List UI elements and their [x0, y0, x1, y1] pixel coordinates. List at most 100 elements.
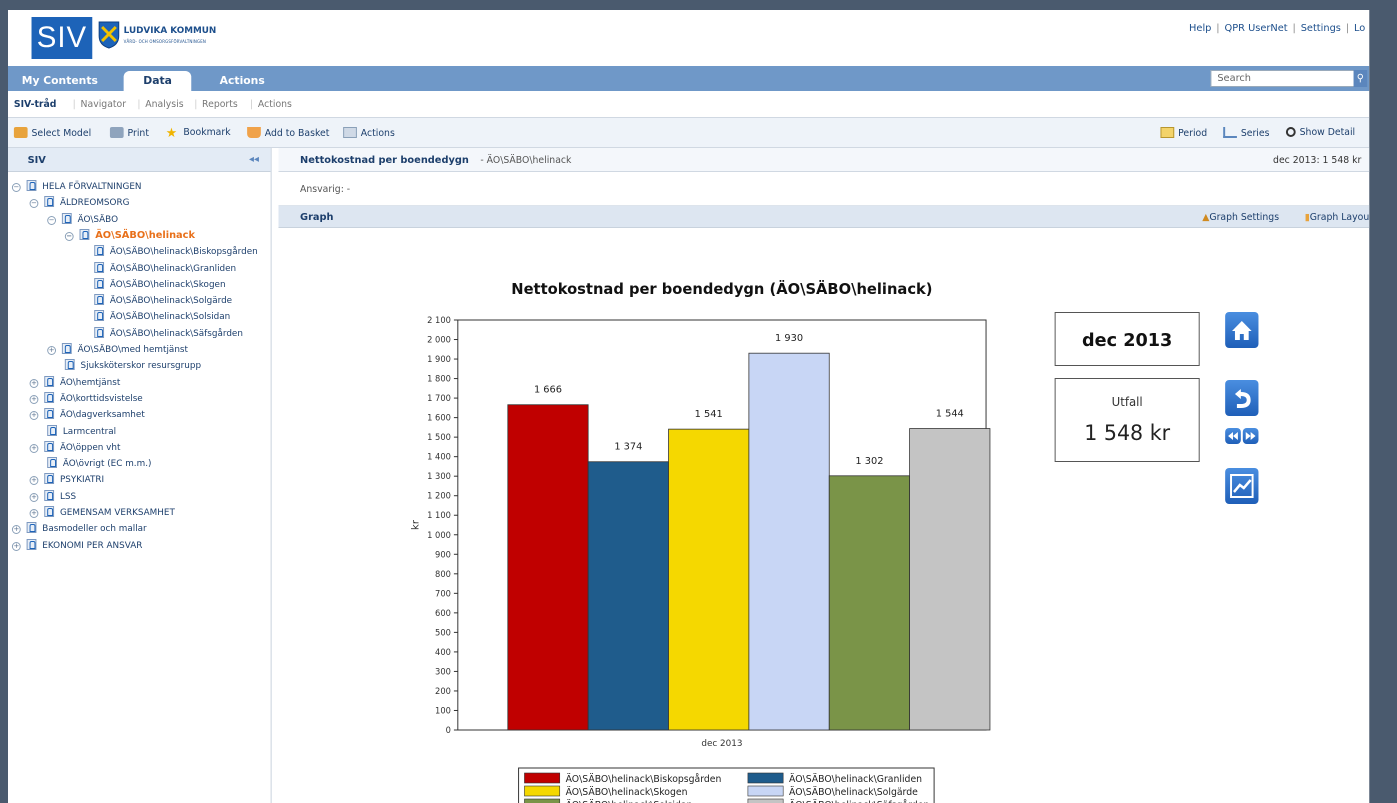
- bar-value-label: 1 666: [534, 385, 562, 396]
- tree-item[interactable]: + GEMENSAM VERKSAMHET: [29, 506, 175, 520]
- y-tick-label: 1 500: [427, 432, 451, 442]
- help-link[interactable]: Help: [1189, 23, 1211, 34]
- graph-settings-button[interactable]: ▲Graph Settings: [1202, 212, 1279, 223]
- expand-toggle-icon[interactable]: +: [29, 443, 39, 453]
- home-icon[interactable]: [1225, 312, 1259, 348]
- tab-my-contents[interactable]: My Contents: [22, 71, 98, 91]
- tree-item-label: ÄO\korttidsvistelse: [59, 393, 143, 404]
- tree-item[interactable]: + Basmodeller och mallar: [11, 522, 147, 536]
- legend-swatch: [747, 772, 784, 784]
- subnav-siv-trad[interactable]: SIV-tråd: [14, 99, 57, 110]
- actions-button[interactable]: Actions: [343, 127, 395, 139]
- navigation-tree-panel: SIV ◂◂ − HELA FÖRVALTNINGEN − ÄLDREOMSORG − Ä…: [8, 148, 272, 803]
- tree-item[interactable]: Sjuksköterskor resursgrupp: [64, 359, 201, 373]
- expand-toggle-icon[interactable]: +: [29, 378, 39, 388]
- top-links: Help | QPR UserNet | Settings | Lo: [1189, 23, 1366, 34]
- org-unit-icon: [26, 538, 37, 550]
- subnav-analysis[interactable]: Analysis: [145, 99, 183, 110]
- collapse-toggle-icon[interactable]: −: [29, 199, 39, 209]
- y-tick-label: 1 200: [427, 491, 451, 501]
- tree-item[interactable]: ÄO\SÄBO\helinack\Solsidan: [94, 310, 230, 324]
- print-button[interactable]: Print: [109, 127, 149, 139]
- previous-period-icon[interactable]: [1225, 428, 1241, 444]
- back-icon[interactable]: [1225, 380, 1259, 416]
- tree-item[interactable]: + ÄO\dagverksamhet: [29, 408, 145, 422]
- collapse-toggle-icon[interactable]: −: [47, 215, 57, 225]
- expand-toggle-icon[interactable]: +: [29, 394, 39, 404]
- y-tick-label: 100: [435, 705, 451, 715]
- expand-toggle-icon[interactable]: +: [47, 346, 57, 355]
- bookmark-button[interactable]: ★ Bookmark: [166, 127, 231, 140]
- measure-info-bar: Nettokostnad per boendedygn - ÄO\SÄBO\he…: [278, 148, 1370, 172]
- tree-item[interactable]: − ÄO\SÄBO: [47, 212, 118, 227]
- expand-toggle-icon[interactable]: +: [11, 525, 21, 535]
- select-model-button[interactable]: Select Model: [13, 127, 91, 139]
- org-unit-icon: [94, 326, 105, 338]
- org-unit-icon: [61, 212, 72, 224]
- add-to-basket-button[interactable]: Add to Basket: [247, 127, 329, 139]
- tree-item[interactable]: ÄO\SÄBO\helinack\Säfsgården: [94, 326, 243, 341]
- expand-toggle-icon[interactable]: +: [29, 492, 39, 502]
- chart-title: Nettokostnad per boendedygn (ÄO\SÄBO\hel…: [511, 280, 932, 298]
- tree-item[interactable]: + LSS: [29, 489, 76, 504]
- org-unit-icon: [26, 522, 37, 534]
- bar-value-label: 1 302: [855, 456, 883, 467]
- tree-item[interactable]: + ÄO\hemtjänst: [29, 375, 121, 390]
- subnav-reports[interactable]: Reports: [202, 99, 238, 110]
- tree-item[interactable]: − ÄO\SÄBO\helinack: [64, 228, 195, 243]
- org-name: LUDVIKA KOMMUN: [123, 26, 217, 36]
- org-unit-icon: [79, 228, 90, 240]
- tab-actions[interactable]: Actions: [220, 71, 265, 91]
- tree-item[interactable]: ÄO\SÄBO\helinack\Granliden: [94, 261, 236, 276]
- search-icon[interactable]: ⚲: [1353, 70, 1368, 87]
- trend-chart-icon[interactable]: [1225, 468, 1259, 504]
- expand-toggle-icon[interactable]: +: [29, 411, 39, 421]
- tree-item[interactable]: + ÄO\öppen vht: [29, 440, 121, 455]
- tree-item[interactable]: + EKONOMI PER ANSVAR: [11, 538, 142, 553]
- subnav-actions[interactable]: Actions: [258, 99, 292, 110]
- graph-layout-button[interactable]: ▮Graph Layou: [1305, 212, 1370, 223]
- y-tick-label: 1 100: [427, 510, 451, 520]
- bar-chart: Nettokostnad per boendedygn (ÄO\SÄBO\hel…: [411, 280, 991, 803]
- y-tick-label: 500: [435, 627, 451, 637]
- search-input[interactable]: Search: [1210, 70, 1356, 87]
- y-tick-label: 2 000: [427, 334, 451, 344]
- tree-item[interactable]: − HELA FÖRVALTNINGEN: [11, 180, 142, 194]
- expand-toggle-icon[interactable]: +: [29, 509, 39, 518]
- collapse-toggle-icon[interactable]: −: [11, 183, 21, 192]
- tree-item[interactable]: ÄO\SÄBO\helinack\Skogen: [94, 277, 226, 292]
- settings-link[interactable]: Settings: [1301, 23, 1341, 34]
- collapse-toggle-icon[interactable]: −: [64, 231, 74, 241]
- tree-item[interactable]: + ÄO\korttidsvistelse: [29, 391, 143, 406]
- org-unit-icon: [94, 294, 105, 306]
- tree-item-label: HELA FÖRVALTNINGEN: [42, 182, 142, 192]
- subnav-navigator[interactable]: Navigator: [81, 99, 127, 110]
- tree-item[interactable]: ÄO\övrigt (EC m.m.): [47, 457, 151, 471]
- bar-value-label: 1 544: [936, 408, 964, 419]
- tab-data[interactable]: Data: [123, 71, 192, 91]
- tree-item-label: GEMENSAM VERKSAMHET: [59, 508, 175, 518]
- magnifier-icon: [1285, 127, 1296, 137]
- tree-item[interactable]: ÄO\SÄBO\helinack\Biskopsgården: [94, 245, 258, 259]
- app-window: SIV LUDVIKA KOMMUN VÅRD- OCH OMSORGSFÖRV…: [8, 10, 1370, 803]
- qpr-usernet-link[interactable]: QPR UserNet: [1225, 23, 1288, 34]
- collapse-panel-icon[interactable]: ◂◂: [249, 154, 259, 165]
- series-button[interactable]: Series: [1223, 127, 1269, 139]
- show-detail-button[interactable]: Show Detail: [1285, 127, 1355, 138]
- tree-item[interactable]: + PSYKIATRI: [29, 473, 104, 487]
- expand-toggle-icon[interactable]: +: [29, 476, 39, 486]
- expand-toggle-icon[interactable]: +: [11, 541, 21, 551]
- tree-item[interactable]: − ÄLDREOMSORG: [29, 196, 130, 210]
- toolbar: Select Model Print ★ Bookmark Add to Bask…: [8, 118, 1370, 148]
- org-unit-icon: [44, 506, 55, 517]
- next-period-icon[interactable]: [1242, 428, 1259, 444]
- y-tick-label: 900: [435, 549, 451, 559]
- logout-link[interactable]: Lo: [1354, 23, 1365, 34]
- period-button[interactable]: Period: [1160, 127, 1207, 139]
- bar-value-label: 1 374: [614, 442, 642, 453]
- tree-item[interactable]: + ÄO\SÄBO\med hemtjänst: [47, 343, 188, 357]
- tree-item[interactable]: ÄO\SÄBO\helinack\Solgärde: [94, 294, 232, 308]
- siv-logo[interactable]: SIV: [31, 17, 93, 59]
- tree-item[interactable]: Larmcentral: [47, 424, 116, 439]
- y-tick-label: 1 900: [427, 354, 451, 364]
